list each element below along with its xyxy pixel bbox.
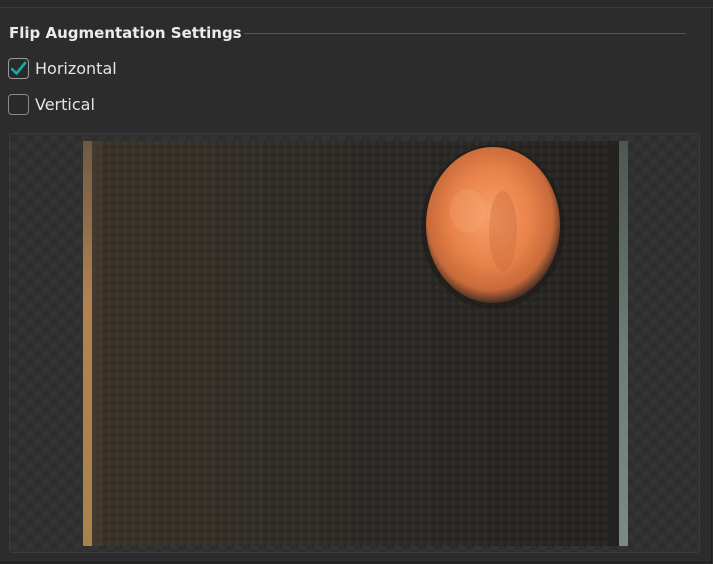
vertical-label: Vertical xyxy=(35,94,95,114)
horizontal-checkbox[interactable] xyxy=(8,57,29,79)
flip-settings-panel: Flip Augmentation Settings Horizontal Ve… xyxy=(0,0,713,563)
preview-picture xyxy=(83,141,628,546)
preview-image xyxy=(83,141,628,546)
preview-frame xyxy=(9,133,700,553)
vertical-option[interactable]: Vertical xyxy=(8,91,95,117)
vertical-checkbox[interactable] xyxy=(8,93,29,115)
check-icon xyxy=(10,61,27,75)
group-header: Flip Augmentation Settings xyxy=(9,22,242,44)
panel-top-edge xyxy=(0,0,713,8)
horizontal-label: Horizontal xyxy=(35,58,117,78)
group-divider xyxy=(244,33,686,34)
group-title: Flip Augmentation Settings xyxy=(9,24,242,42)
horizontal-option[interactable]: Horizontal xyxy=(8,55,117,81)
